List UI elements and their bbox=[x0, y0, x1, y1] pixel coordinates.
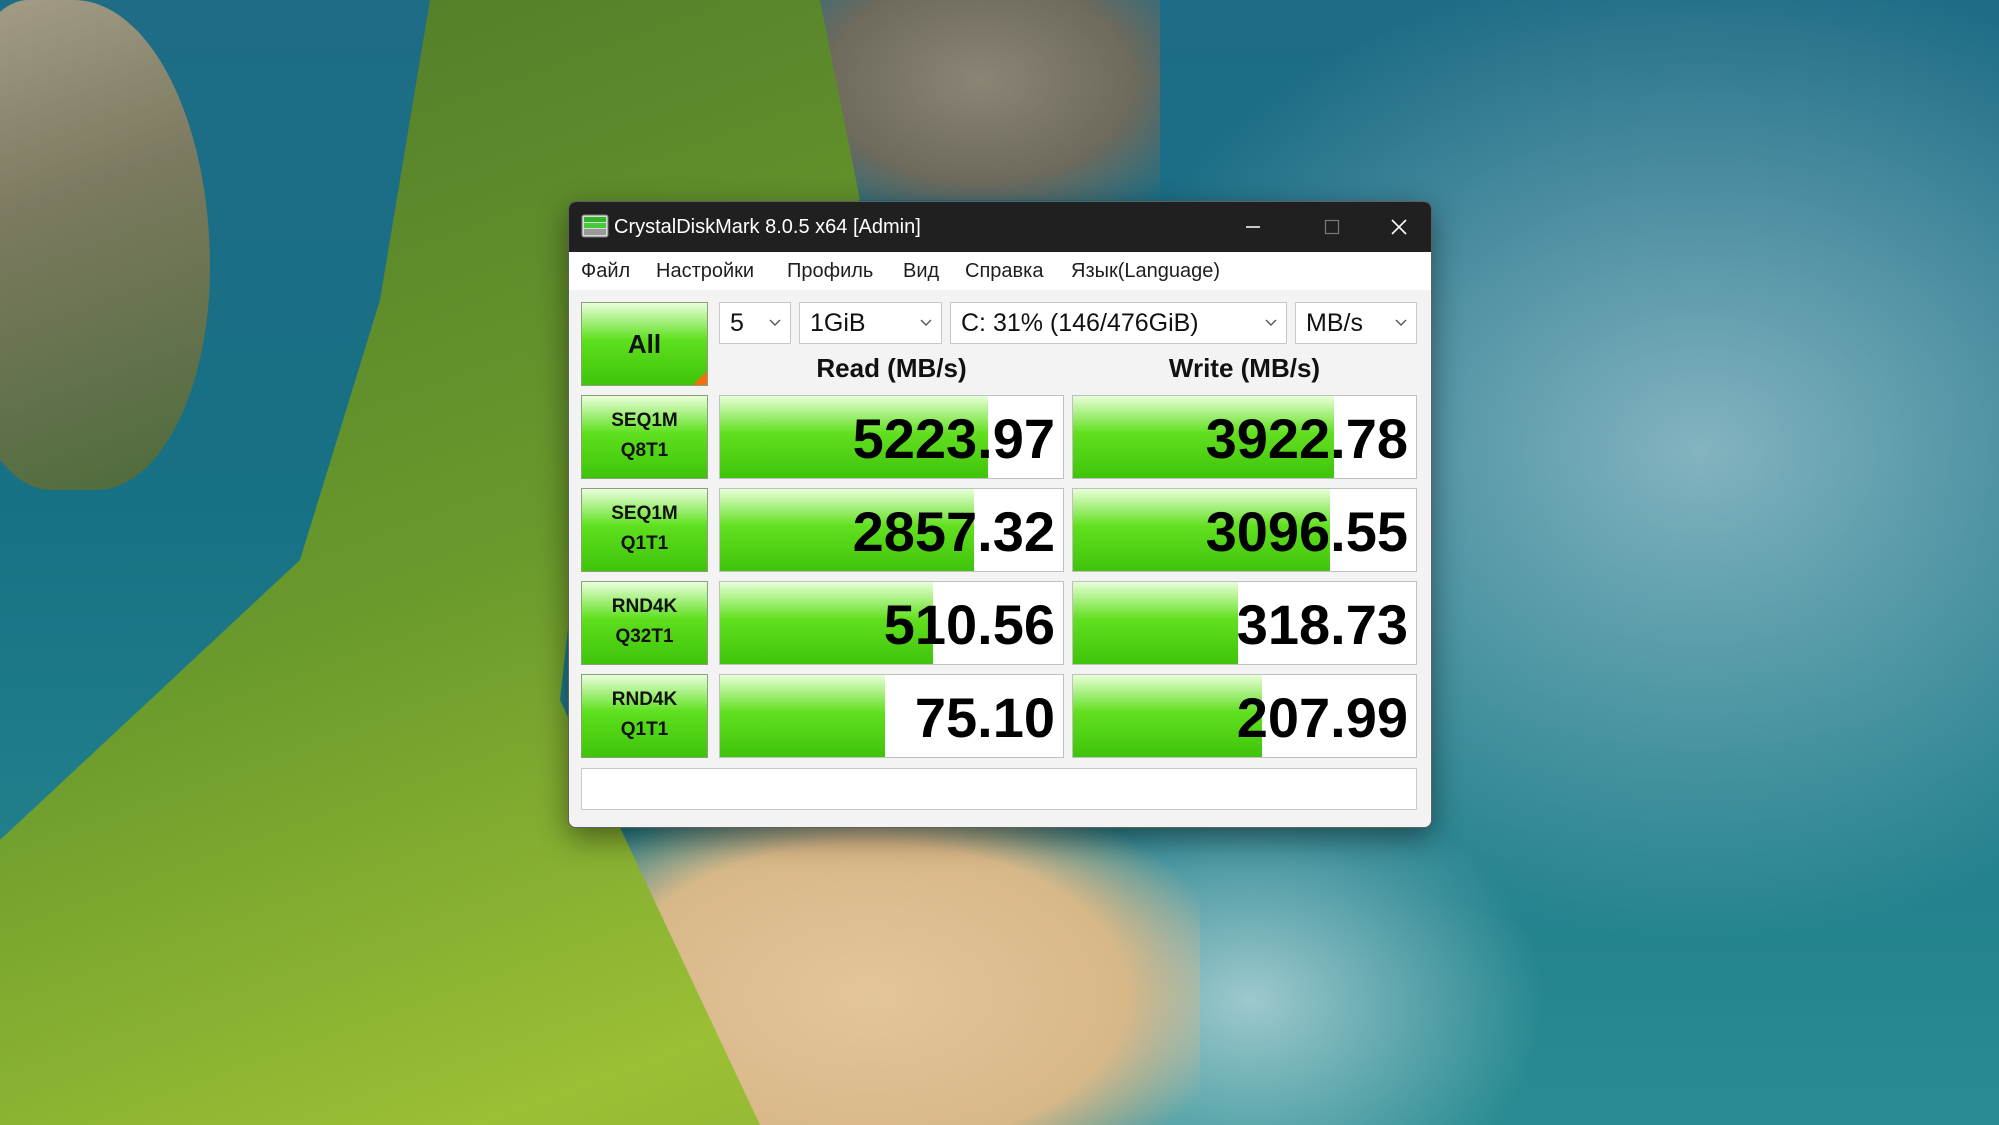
minimize-button[interactable] bbox=[1223, 202, 1283, 252]
chevron-down-icon bbox=[920, 319, 932, 326]
test-size-select[interactable]: 1GiB bbox=[799, 302, 942, 344]
test-size-value: 1GiB bbox=[810, 309, 866, 337]
test-seq1m-q8t1-button[interactable]: SEQ1M Q8T1 bbox=[581, 395, 708, 479]
chevron-down-icon bbox=[769, 319, 781, 326]
test-rnd4k-q1t1-button[interactable]: RND4K Q1T1 bbox=[581, 674, 708, 758]
maximize-icon bbox=[1324, 219, 1340, 235]
title-bar[interactable]: CrystalDiskMark 8.0.5 x64 [Admin] bbox=[569, 202, 1431, 252]
chevron-down-icon bbox=[1265, 319, 1277, 326]
row-label-line2: Q8T1 bbox=[620, 440, 669, 461]
row-label-line1: RND4K bbox=[611, 689, 678, 710]
write-result-bar bbox=[1073, 675, 1262, 757]
test-seq1m-q1t1-button[interactable]: SEQ1M Q1T1 bbox=[581, 488, 708, 572]
read-result-value: 75.10 bbox=[914, 686, 1055, 749]
test-count-select[interactable]: 5 bbox=[719, 302, 791, 344]
write-result-value: 207.99 bbox=[1236, 686, 1408, 749]
read-result-value: 510.56 bbox=[883, 593, 1055, 656]
run-all-label: All bbox=[627, 328, 662, 359]
menu-help[interactable]: Справка bbox=[965, 252, 1043, 290]
read-result-cell: 2857.32 bbox=[719, 488, 1064, 572]
row-label-line1: SEQ1M bbox=[611, 503, 678, 524]
menu-bar: Файл Настройки Профиль Вид Справка Язык(… bbox=[569, 252, 1431, 291]
write-result-cell: 3096.55 bbox=[1072, 488, 1417, 572]
write-result-value: 3922.78 bbox=[1205, 407, 1408, 470]
unit-select[interactable]: MB/s bbox=[1295, 302, 1417, 344]
row-label-line2: Q1T1 bbox=[620, 719, 669, 740]
write-result-cell: 3922.78 bbox=[1072, 395, 1417, 479]
read-result-cell: 75.10 bbox=[719, 674, 1064, 758]
read-result-bar bbox=[720, 675, 885, 757]
main-panel: All 5 1GiB C: 31% (146/476GiB) MB/s Read… bbox=[569, 290, 1431, 827]
chevron-down-icon bbox=[1395, 319, 1407, 326]
write-result-cell: 207.99 bbox=[1072, 674, 1417, 758]
write-result-value: 318.73 bbox=[1236, 593, 1408, 656]
all-corner-indicator bbox=[693, 371, 707, 385]
unit-value: MB/s bbox=[1306, 309, 1363, 337]
menu-settings[interactable]: Настройки bbox=[656, 252, 754, 290]
window-title: CrystalDiskMark 8.0.5 x64 [Admin] bbox=[614, 216, 921, 238]
menu-profile[interactable]: Профиль bbox=[787, 252, 873, 290]
read-result-cell: 510.56 bbox=[719, 581, 1064, 665]
read-result-value: 2857.32 bbox=[852, 500, 1055, 563]
minimize-icon bbox=[1246, 226, 1260, 228]
menu-language[interactable]: Язык(Language) bbox=[1071, 252, 1220, 290]
close-icon bbox=[1391, 219, 1407, 235]
read-column-header: Read (MB/s) bbox=[816, 353, 967, 383]
drive-value: C: 31% (146/476GiB) bbox=[961, 309, 1199, 337]
maximize-button[interactable] bbox=[1302, 202, 1362, 252]
write-result-bar bbox=[1073, 582, 1238, 664]
crystaldiskmark-window: CrystalDiskMark 8.0.5 x64 [Admin] Файл Н… bbox=[568, 201, 1432, 828]
write-result-value: 3096.55 bbox=[1205, 500, 1408, 563]
close-button[interactable] bbox=[1369, 202, 1429, 252]
run-all-button[interactable]: All bbox=[581, 302, 708, 386]
row-label-line2: Q32T1 bbox=[615, 626, 674, 647]
drive-select[interactable]: C: 31% (146/476GiB) bbox=[950, 302, 1287, 344]
write-result-cell: 318.73 bbox=[1072, 581, 1417, 665]
row-label-line2: Q1T1 bbox=[620, 533, 669, 554]
read-result-cell: 5223.97 bbox=[719, 395, 1064, 479]
row-label-line1: RND4K bbox=[611, 596, 678, 617]
menu-view[interactable]: Вид bbox=[903, 252, 939, 290]
test-rnd4k-q32t1-button[interactable]: RND4K Q32T1 bbox=[581, 581, 708, 665]
menu-file[interactable]: Файл bbox=[581, 252, 630, 290]
test-count-value: 5 bbox=[730, 309, 744, 337]
read-result-value: 5223.97 bbox=[852, 407, 1055, 470]
write-column-header: Write (MB/s) bbox=[1168, 353, 1321, 383]
app-disk-icon bbox=[581, 214, 609, 238]
comment-field[interactable] bbox=[581, 768, 1417, 810]
row-label-line1: SEQ1M bbox=[611, 410, 678, 431]
